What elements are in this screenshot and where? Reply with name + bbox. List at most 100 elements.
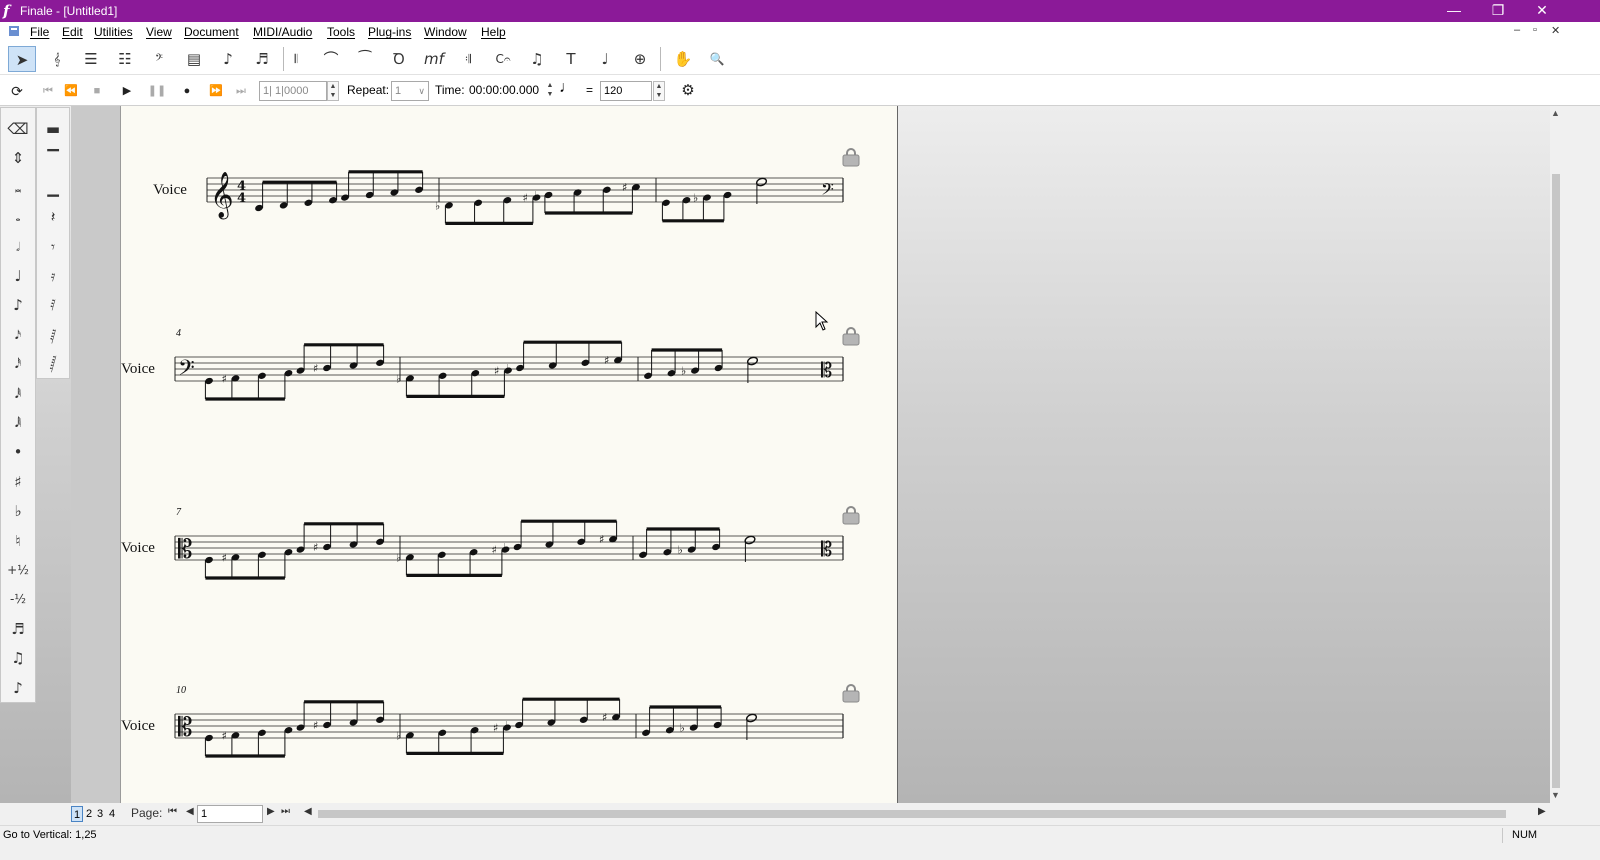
tie-icon[interactable]: ♬ [3,616,33,642]
mdi-minimize-button[interactable]: – [1514,24,1520,36]
graphics-tool-icon[interactable]: ⊕ [626,46,654,72]
hundred-twenty-eighth-rest-icon[interactable]: 𝅂 [38,351,68,377]
half-rest-icon[interactable]: ▁ [38,175,68,201]
tempo-field[interactable]: 120 [600,81,652,101]
eraser-icon[interactable]: ⌫ [3,116,33,142]
double-whole-rest-icon[interactable]: ▬ [38,116,68,142]
hundred-twenty-eighth-note-icon[interactable]: 𝅘𝅥𝅲 [3,410,33,436]
measure-tool-icon[interactable]: ▤ [180,46,208,72]
text-tool-icon[interactable]: T [557,46,585,72]
previous-page-icon[interactable]: ◀ [186,806,194,817]
rewind-to-start-icon[interactable]: ⏮ [37,80,59,102]
hand-grabber-icon[interactable]: ✋ [669,46,697,72]
menu-plug-ins[interactable]: Plug-ins [368,25,411,39]
menu-utilities[interactable]: Utilities [94,25,133,39]
grace-note-icon[interactable]: ♪ [3,675,33,701]
flat-icon[interactable]: ♭ [3,498,33,524]
staff-tool-icon[interactable]: 𝄞 [43,46,71,72]
menu-midi-audio[interactable]: MIDI/Audio [253,25,312,39]
page-tab-3[interactable]: 3 [94,806,106,822]
vertical-scroll-thumb[interactable] [1552,174,1560,788]
selection-tool-icon[interactable]: ➤ [8,46,36,72]
mirror-tool-icon[interactable]: 𝄃 [282,46,310,72]
mdi-close-button[interactable]: ✕ [1551,24,1560,37]
quarter-note-icon[interactable]: ♩ [3,263,33,289]
smart-shape-icon[interactable]: ⁀ [351,46,379,72]
whole-note-icon[interactable]: 𝅝 [3,204,33,230]
half-step-up-icon[interactable]: +½ [3,557,33,583]
quarter-rest-icon[interactable]: 𝄽 [38,204,68,230]
fast-forward-icon[interactable]: ⏩ [205,80,227,102]
articulation-tool-icon[interactable]: ♬ [248,46,276,72]
resize-tool-icon[interactable]: ♩ [591,46,619,72]
tuplet-tool-icon[interactable]: ⌒ [317,46,345,72]
horizontal-scrollbar[interactable] [318,806,1538,822]
close-button[interactable]: ✕ [1520,0,1564,22]
speedy-entry-icon[interactable]: ☷ [111,46,139,72]
scroll-down-icon[interactable]: ▼ [1551,790,1560,800]
menu-tools[interactable]: Tools [327,25,355,39]
rewind-icon[interactable]: ⏪ [60,80,82,102]
dot-icon[interactable]: • [3,439,33,465]
thirty-second-note-icon[interactable]: 𝅘𝅥𝅰 [3,351,33,377]
sixty-fourth-note-icon[interactable]: 𝅘𝅥𝅱 [3,381,33,407]
expression-tool-icon[interactable]: mf [420,46,448,72]
score-canvas[interactable]: Voice 𝄞 44 𝄢♭♯ ♭♯♭Voice4𝄢 𝄡♯♯♭♯ ♭♯♭Voice7𝄡 𝄡♯♯♭… [121,106,898,803]
scroll-left-icon[interactable]: ◀ [304,806,312,817]
score-page[interactable]: Voice 𝄞 4 4 𝄢 ♭ ♯ ♭ ♯ ♭ Voice 4 𝄢 𝄡 ♯ ♯ ♭ ♯ ♭ ♯ ♭ Voice 7 𝄡 𝄡 ♯ ♯ ♭… [121,106,898,803]
menu-view[interactable]: View [146,25,172,39]
tempo-spinner[interactable]: ▲ ▼ [653,81,665,101]
scroll-right-icon[interactable]: ▶ [1538,806,1546,817]
whole-rest-icon[interactable]: ▔ [38,145,68,171]
play-icon[interactable]: ▶ [116,80,138,102]
last-page-icon[interactable]: ⏭ [281,806,290,817]
tuplet-icon[interactable]: ♫ [3,645,33,671]
sixteenth-rest-icon[interactable]: 𝄿 [38,263,68,289]
menu-window[interactable]: Window [424,25,467,39]
sharp-icon[interactable]: ♯ [3,469,33,495]
document-icon[interactable] [8,25,20,37]
thirty-second-rest-icon[interactable]: 𝅀 [38,292,68,318]
menu-file[interactable]: File [30,25,49,39]
next-page-icon[interactable]: ▶ [267,806,275,817]
eighth-rest-icon[interactable]: 𝄾 [38,234,68,260]
simple-entry-icon[interactable]: ☰ [77,46,105,72]
repeat-tool-icon[interactable]: 𝄇 [454,46,482,72]
measure-spinner[interactable]: ▲ ▼ [327,81,339,101]
sixteenth-note-icon[interactable]: 𝅘𝅥𝅯 [3,322,33,348]
zoom-tool-icon[interactable]: 🔍 [703,46,731,72]
menu-edit[interactable]: Edit [62,25,83,39]
gear-icon[interactable]: ⚙ [677,80,699,102]
forward-to-end-icon[interactable]: ⏭ [230,80,252,102]
page-tab-4[interactable]: 4 [106,806,118,822]
half-note-icon[interactable]: 𝅗𝅥 [3,234,33,260]
note-tool-icon[interactable]: ♪ [214,46,242,72]
sixty-fourth-rest-icon[interactable]: 𝅁 [38,322,68,348]
time-spinner[interactable]: ▲ ▼ [544,81,556,101]
repeat-select[interactable]: 1 ∨ [391,81,429,101]
updown-icon[interactable]: ⇕ [3,145,33,171]
ornament-tool-icon[interactable]: Ꝺ [385,46,413,72]
key-signature-icon[interactable]: 𝄢 [145,46,173,72]
measure-position-field[interactable]: 1| 1|0000 [259,81,327,101]
page-tab-1[interactable]: 1 [71,806,83,822]
chord-tool-icon[interactable]: C𝄐 [489,46,517,72]
minimize-button[interactable]: — [1432,0,1476,22]
vertical-scrollbar[interactable]: ▲ ▼ [1550,106,1562,803]
refresh-icon[interactable]: ⟳ [6,80,28,102]
first-page-icon[interactable]: ⏮ [168,806,177,817]
natural-icon[interactable]: ♮ [3,528,33,554]
eighth-note-icon[interactable]: ♪ [3,292,33,318]
menu-document[interactable]: Document [184,25,239,39]
scroll-up-icon[interactable]: ▲ [1551,108,1560,118]
lyrics-tool-icon[interactable]: ♫ [523,46,551,72]
stop-icon[interactable]: ■ [86,80,108,102]
double-whole-note-icon[interactable]: 𝅜 [3,175,33,201]
page-number-field[interactable]: 1 [197,805,263,823]
pause-icon[interactable]: ❚❚ [146,80,168,102]
horizontal-scroll-thumb[interactable] [318,810,1506,818]
mdi-restore-button[interactable]: ▫ [1533,24,1537,36]
tempo-note-icon[interactable]: ♩ [559,79,575,97]
record-icon[interactable]: ● [176,80,198,102]
half-step-down-icon[interactable]: -½ [3,586,33,612]
